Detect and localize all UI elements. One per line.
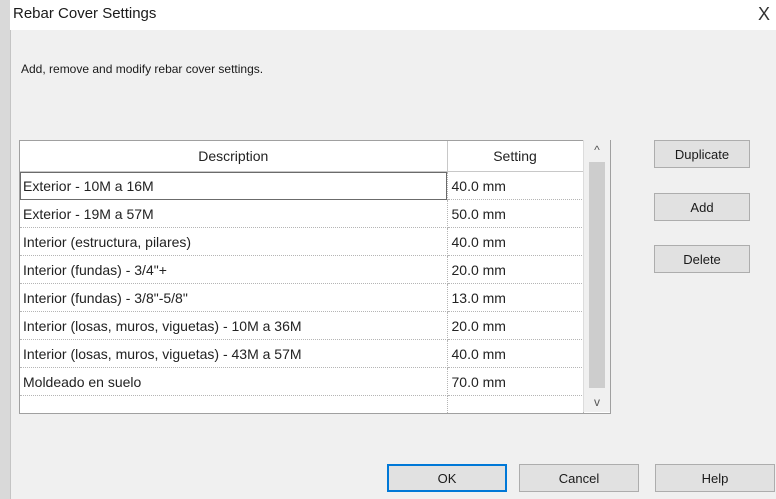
description-cell[interactable]: Interior (fundas) - 3/8"-5/8"	[20, 283, 448, 312]
add-button[interactable]: Add	[654, 193, 750, 221]
chevron-up-icon[interactable]: ^	[584, 140, 610, 160]
close-icon[interactable]: X	[756, 4, 772, 24]
empty-cell	[447, 395, 584, 413]
delete-button[interactable]: Delete	[654, 245, 750, 273]
setting-cell[interactable]: 40.0 mm	[447, 339, 584, 368]
table-row[interactable]: Interior (fundas) - 3/8"-5/8" 13.0 mm	[20, 283, 584, 312]
chevron-down-icon[interactable]: v	[584, 392, 610, 412]
description-cell[interactable]: Interior (estructura, pilares)	[20, 227, 448, 256]
description-cell[interactable]: Moldeado en suelo	[20, 367, 448, 396]
setting-cell[interactable]: 20.0 mm	[447, 255, 584, 284]
setting-cell[interactable]: 50.0 mm	[447, 199, 584, 228]
description-cell[interactable]: Interior (fundas) - 3/4"+	[20, 255, 448, 284]
cancel-button[interactable]: Cancel	[519, 464, 639, 492]
cover-settings-table: Description Setting Exterior - 10M a 16M…	[19, 140, 611, 414]
column-header-description[interactable]: Description	[20, 141, 448, 172]
rebar-cover-settings-dialog: Rebar Cover Settings X Add, remove and m…	[0, 0, 776, 499]
help-button[interactable]: Help	[655, 464, 775, 492]
description-cell[interactable]: Exterior - 19M a 57M	[20, 199, 448, 228]
table-row[interactable]: Exterior - 19M a 57M 50.0 mm	[20, 199, 584, 228]
description-cell[interactable]: Interior (losas, muros, viguetas) - 43M …	[20, 339, 448, 368]
table-row[interactable]: Interior (fundas) - 3/4"+ 20.0 mm	[20, 255, 584, 284]
setting-cell[interactable]: 70.0 mm	[447, 367, 584, 396]
dialog-title: Rebar Cover Settings	[13, 5, 157, 22]
setting-cell[interactable]: 40.0 mm	[447, 171, 584, 200]
column-header-setting[interactable]: Setting	[447, 141, 584, 172]
description-cell[interactable]: Exterior - 10M a 16M	[20, 171, 448, 200]
setting-cell[interactable]: 40.0 mm	[447, 227, 584, 256]
setting-cell[interactable]: 13.0 mm	[447, 283, 584, 312]
table-row-empty	[20, 395, 584, 413]
duplicate-button[interactable]: Duplicate	[654, 140, 750, 168]
table-row[interactable]: Exterior - 10M a 16M 40.0 mm	[20, 171, 584, 200]
scrollbar-thumb[interactable]	[589, 162, 605, 388]
table-scrollbar[interactable]: ^ v	[583, 140, 610, 412]
setting-cell[interactable]: 20.0 mm	[447, 311, 584, 340]
empty-cell	[20, 395, 448, 413]
table-row[interactable]: Interior (losas, muros, viguetas) - 10M …	[20, 311, 584, 340]
table-row[interactable]: Moldeado en suelo 70.0 mm	[20, 367, 584, 396]
description-cell[interactable]: Interior (losas, muros, viguetas) - 10M …	[20, 311, 448, 340]
ok-button[interactable]: OK	[387, 464, 507, 492]
table-row[interactable]: Interior (losas, muros, viguetas) - 43M …	[20, 339, 584, 368]
window-left-edge	[0, 0, 11, 499]
instructions-text: Add, remove and modify rebar cover setti…	[21, 62, 264, 76]
table-row[interactable]: Interior (estructura, pilares) 40.0 mm	[20, 227, 584, 256]
title-bar: Rebar Cover Settings X	[10, 0, 776, 30]
table-header-row: Description Setting	[20, 141, 584, 172]
